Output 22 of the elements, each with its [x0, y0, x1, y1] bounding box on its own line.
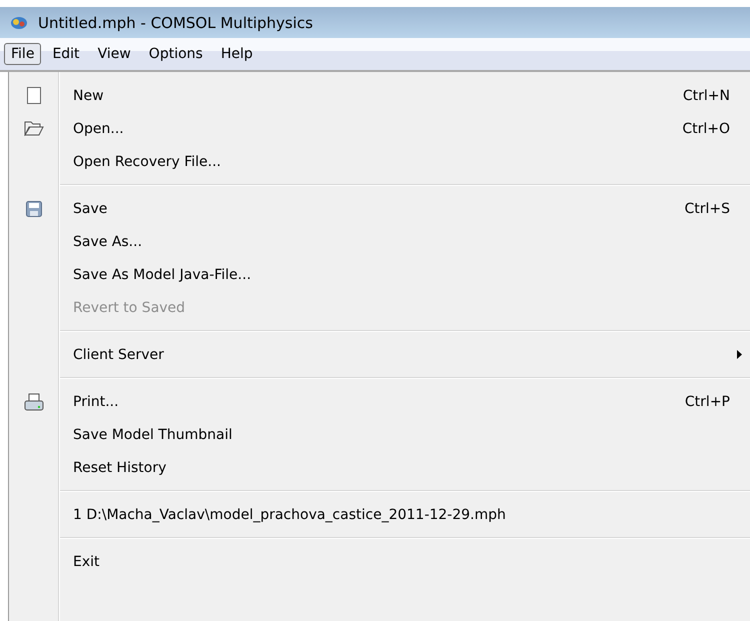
menu-item[interactable]: Client Server [9, 338, 750, 371]
menu-item[interactable]: Open... Ctrl+O [9, 112, 750, 145]
menu-title[interactable]: Help [214, 43, 260, 65]
menu-title[interactable]: File [4, 43, 42, 65]
printer-icon [24, 392, 44, 410]
menu-item[interactable]: Save Ctrl+S [9, 192, 750, 225]
app-logo-icon [10, 16, 28, 30]
window-title: Untitled.mph - COMSOL Multiphysics [38, 14, 313, 32]
folder-icon [24, 121, 44, 136]
menu-item[interactable]: Reset History [9, 451, 750, 484]
menu-item[interactable]: 1 D:\Macha_Vaclav\model_prachova_castice_2011-12-29.mph [9, 498, 750, 531]
menu-title[interactable]: Edit [45, 43, 87, 65]
menu-item[interactable]: Open Recovery File... [9, 145, 750, 178]
menu-item[interactable]: Exit [9, 545, 750, 578]
menu-item[interactable]: Print... Ctrl+P [9, 385, 750, 418]
menu-item[interactable]: New Ctrl+N [9, 79, 750, 112]
menu-item[interactable]: Save As Model Java-File... [9, 258, 750, 291]
document-icon [27, 87, 41, 104]
menu-item[interactable]: Save Model Thumbnail [9, 418, 750, 451]
menu-item[interactable]: Save As... [9, 225, 750, 258]
menu-title[interactable]: Options [142, 43, 210, 65]
menu-title[interactable]: View [90, 43, 138, 65]
